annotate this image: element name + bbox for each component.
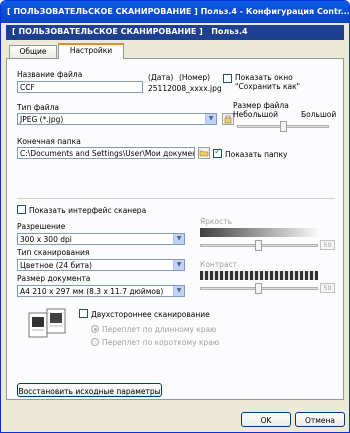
- duplex-checkbox[interactable]: [79, 309, 88, 318]
- show-folder-label: Показать папку: [225, 150, 288, 159]
- dialog-window: [ ПОЛЬЗОВАТЕЛЬСКОЕ СКАНИРОВАНИЕ ] Польз.…: [0, 0, 350, 433]
- resolution-label: Разрешение: [17, 222, 66, 231]
- duplex-label: Двухстороннее сканирование: [91, 310, 210, 319]
- chevron-down-icon: ▼: [205, 114, 216, 124]
- browse-folder-icon[interactable]: [198, 147, 210, 159]
- profile-header-title: [ ПОЛЬЗОВАТЕЛЬСКОЕ СКАНИРОВАНИЕ ]: [12, 27, 203, 36]
- show-scanner-interface-label: Показать интерфейс сканера: [29, 206, 147, 215]
- ok-button[interactable]: OK: [241, 412, 291, 427]
- scan-type-label: Тип сканирования: [17, 248, 90, 257]
- file-size-min-label: Небольшой: [233, 110, 279, 119]
- contrast-slider-thumb[interactable]: [255, 283, 262, 294]
- show-folder-checkbox[interactable]: [213, 147, 222, 158]
- destination-folder-input[interactable]: C:\Documents and Settings\User\Мои докум…: [17, 147, 195, 159]
- resolution-value: 300 x 300 dpi: [20, 235, 72, 244]
- show-scanner-interface-checkbox[interactable]: [17, 205, 26, 214]
- brightness-value-box[interactable]: 50: [320, 240, 335, 250]
- contrast-gradient: [200, 271, 318, 280]
- document-size-select[interactable]: A4 210 x 297 мм (8.3 x 11.7 дюймов) ▼: [17, 285, 185, 297]
- brightness-label: Яркость: [200, 217, 233, 226]
- long-edge-label: Переплет по длинному краю: [102, 325, 217, 334]
- date-label: (Дата): [148, 73, 174, 82]
- file-name-preview: 25112008_xxxx.jpg: [148, 84, 222, 93]
- chevron-down-icon: ▼: [173, 234, 184, 244]
- file-name-label: Название файла: [17, 70, 83, 79]
- chevron-down-icon: ▼: [173, 260, 184, 270]
- file-size-max-label: Большой: [301, 110, 337, 119]
- tab-general[interactable]: Общие: [9, 45, 57, 58]
- brightness-gradient: [200, 228, 318, 237]
- short-edge-radio[interactable]: [91, 338, 99, 346]
- long-edge-radio[interactable]: [91, 325, 99, 333]
- profile-header-name: Польз.4: [211, 27, 248, 36]
- contrast-value-box[interactable]: 50: [320, 283, 335, 293]
- settings-panel: Название файла CCF (Дата) (Номер) 251120…: [6, 58, 344, 400]
- file-type-label: Тип файла: [17, 103, 60, 112]
- file-type-value: JPEG (*.jpg): [20, 115, 64, 124]
- file-type-select[interactable]: JPEG (*.jpg) ▼: [17, 113, 217, 125]
- file-size-label: Размер файла: [233, 101, 289, 110]
- short-edge-label: Переплет по короткому краю: [102, 338, 220, 347]
- tab-settings[interactable]: Настройки: [58, 43, 124, 59]
- file-size-slider-thumb[interactable]: [280, 121, 287, 132]
- restore-defaults-button[interactable]: Восстановить исходные параметры: [17, 383, 162, 397]
- brightness-slider-thumb[interactable]: [255, 240, 262, 251]
- scan-type-select[interactable]: Цветное (24 бита) ▼: [17, 259, 185, 271]
- show-save-as-label: Показать окно "Сохранить как": [235, 73, 301, 91]
- duplex-page-icon: [27, 307, 72, 347]
- section-divider: [17, 198, 335, 199]
- profile-header: [ ПОЛЬЗОВАТЕЛЬСКОЕ СКАНИРОВАНИЕ ] Польз.…: [6, 25, 344, 40]
- cancel-button[interactable]: Отмена: [295, 412, 345, 427]
- number-label: (Номер): [179, 73, 211, 82]
- resolution-select[interactable]: 300 x 300 dpi ▼: [17, 233, 185, 245]
- destination-folder-label: Конечная папка: [17, 137, 81, 146]
- chevron-down-icon: ▼: [173, 286, 184, 296]
- show-save-as-checkbox[interactable]: [223, 74, 232, 83]
- document-size-value: A4 210 x 297 мм (8.3 x 11.7 дюймов): [20, 287, 164, 296]
- scan-type-value: Цветное (24 бита): [20, 261, 92, 270]
- contrast-label: Контраст: [200, 260, 238, 269]
- title-bar: [ ПОЛЬЗОВАТЕЛЬСКОЕ СКАНИРОВАНИЕ ] Польз.…: [1, 1, 349, 23]
- document-size-label: Размер документа: [17, 274, 91, 283]
- file-name-input[interactable]: CCF: [17, 81, 143, 93]
